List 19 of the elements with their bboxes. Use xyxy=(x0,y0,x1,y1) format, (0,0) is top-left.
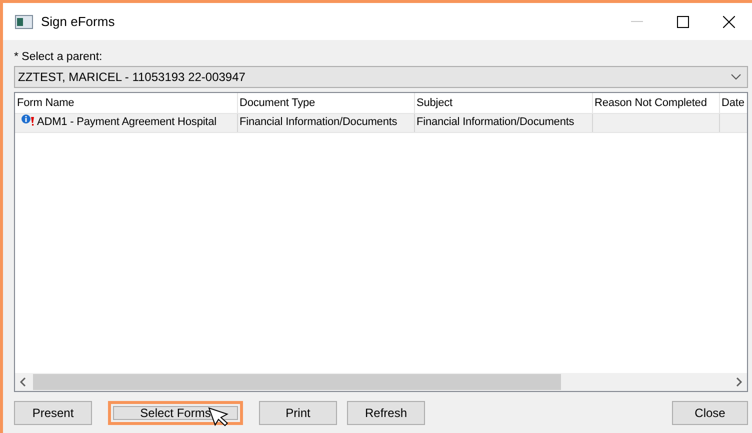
maximize-icon xyxy=(677,16,689,28)
scrollbar-thumb[interactable] xyxy=(33,374,561,390)
parent-dropdown[interactable]: ZZTEST, MARICEL - 11053193 22-003947 xyxy=(14,66,748,88)
window-title: Sign eForms xyxy=(41,12,116,31)
parent-label: * Select a parent: xyxy=(14,51,102,63)
app-icon xyxy=(15,14,33,28)
minimize-icon xyxy=(631,21,643,22)
info-alert-icon xyxy=(21,114,37,126)
table-cell: Financial Information/Documents xyxy=(416,116,574,128)
close-icon xyxy=(723,16,735,28)
dialog-button[interactable]: Present xyxy=(14,401,92,425)
chevron-icon xyxy=(731,74,741,80)
table-cell: Financial Information/Documents xyxy=(240,116,398,128)
dialog-button[interactable]: Select Forms xyxy=(108,401,243,425)
table-cell: ADM1 - Payment Agreement Hospital xyxy=(37,116,217,128)
dialog-button[interactable]: Refresh xyxy=(347,401,425,425)
dialog-button[interactable]: Print xyxy=(259,401,337,425)
horizontal-scrollbar[interactable] xyxy=(15,373,747,391)
dialog-button[interactable]: Close xyxy=(672,401,748,425)
